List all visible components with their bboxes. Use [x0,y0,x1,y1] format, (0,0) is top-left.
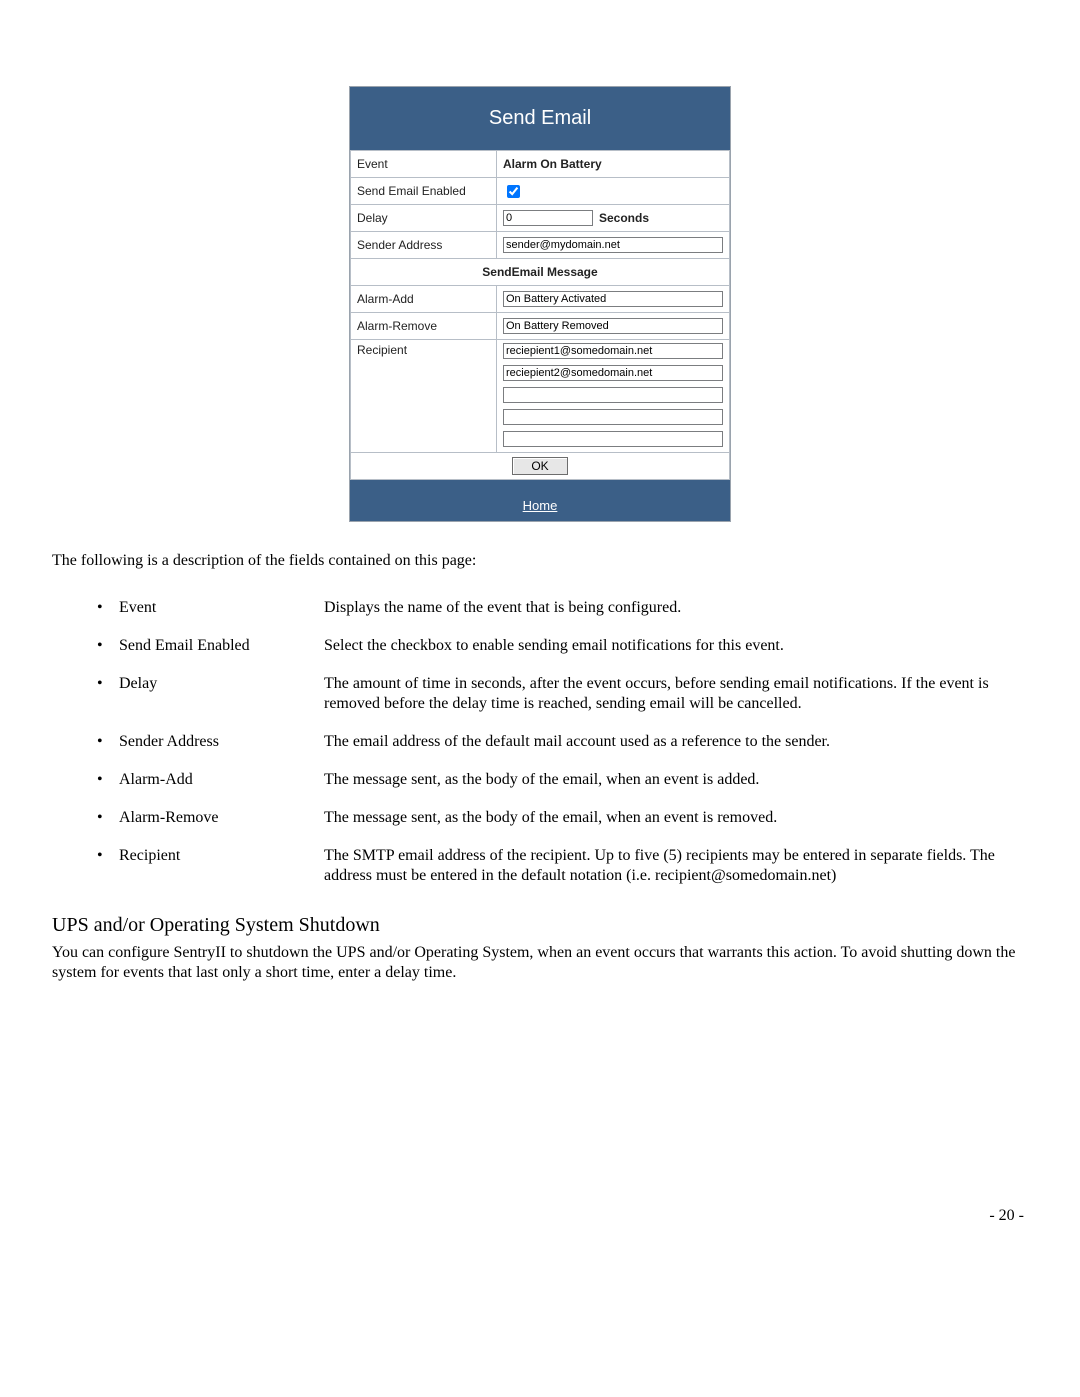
alarm-remove-input[interactable] [503,318,723,334]
panel-footer: Home [350,480,730,521]
event-value: Alarm On Battery [503,157,602,171]
list-item: • Sender Address The email address of th… [97,732,1028,752]
field-term: Alarm-Remove [119,808,324,828]
bullet-icon: • [97,808,119,828]
field-desc: The SMTP email address of the recipient.… [324,846,1028,886]
list-item: • Send Email Enabled Select the checkbox… [97,636,1028,656]
field-desc: The email address of the default mail ac… [324,732,1028,752]
section-body: You can configure SentryII to shutdown t… [52,943,1028,983]
delay-label: Delay [351,205,497,232]
list-item: • Alarm-Remove The message sent, as the … [97,808,1028,828]
delay-input[interactable] [503,210,593,226]
panel-title: Send Email [350,87,730,150]
ok-button[interactable]: OK [512,457,567,475]
field-desc: The message sent, as the body of the ema… [324,808,1028,828]
recipient-input-1[interactable] [503,343,723,359]
list-item: • Event Displays the name of the event t… [97,598,1028,618]
bullet-icon: • [97,598,119,618]
alarm-add-label: Alarm-Add [351,286,497,313]
field-desc: The amount of time in seconds, after the… [324,674,1028,714]
sender-input[interactable] [503,237,723,253]
send-email-form: Event Alarm On Battery Send Email Enable… [350,150,730,480]
enabled-label: Send Email Enabled [351,178,497,205]
list-item: • Delay The amount of time in seconds, a… [97,674,1028,714]
recipient-input-2[interactable] [503,365,723,381]
field-term: Sender Address [119,732,324,752]
field-description-list: • Event Displays the name of the event t… [52,598,1028,886]
field-term: Recipient [119,846,324,866]
bullet-icon: • [97,674,119,694]
field-desc: Displays the name of the event that is b… [324,598,1028,618]
send-email-panel: Send Email Event Alarm On Battery Send E… [349,86,731,522]
recipient-stack [503,343,723,449]
bullet-icon: • [97,846,119,866]
bullet-icon: • [97,770,119,790]
page-number: - 20 - [989,1207,1024,1225]
alarm-add-input[interactable] [503,291,723,307]
list-item: • Recipient The SMTP email address of th… [97,846,1028,886]
section-heading: UPS and/or Operating System Shutdown [52,914,1028,937]
list-item: • Alarm-Add The message sent, as the bod… [97,770,1028,790]
field-term: Event [119,598,324,618]
bullet-icon: • [97,732,119,752]
home-link[interactable]: Home [523,498,558,513]
message-section-header: SendEmail Message [351,259,730,286]
enabled-checkbox[interactable] [507,185,520,198]
bullet-icon: • [97,636,119,656]
field-term: Delay [119,674,324,694]
recipient-input-5[interactable] [503,431,723,447]
field-desc: The message sent, as the body of the ema… [324,770,1028,790]
field-term: Alarm-Add [119,770,324,790]
delay-unit: Seconds [599,211,649,225]
intro-text: The following is a description of the fi… [52,552,1028,570]
event-label: Event [351,151,497,178]
recipient-input-3[interactable] [503,387,723,403]
sender-label: Sender Address [351,232,497,259]
alarm-remove-label: Alarm-Remove [351,313,497,340]
field-term: Send Email Enabled [119,636,324,656]
recipient-input-4[interactable] [503,409,723,425]
recipient-label: Recipient [351,340,497,453]
field-desc: Select the checkbox to enable sending em… [324,636,1028,656]
